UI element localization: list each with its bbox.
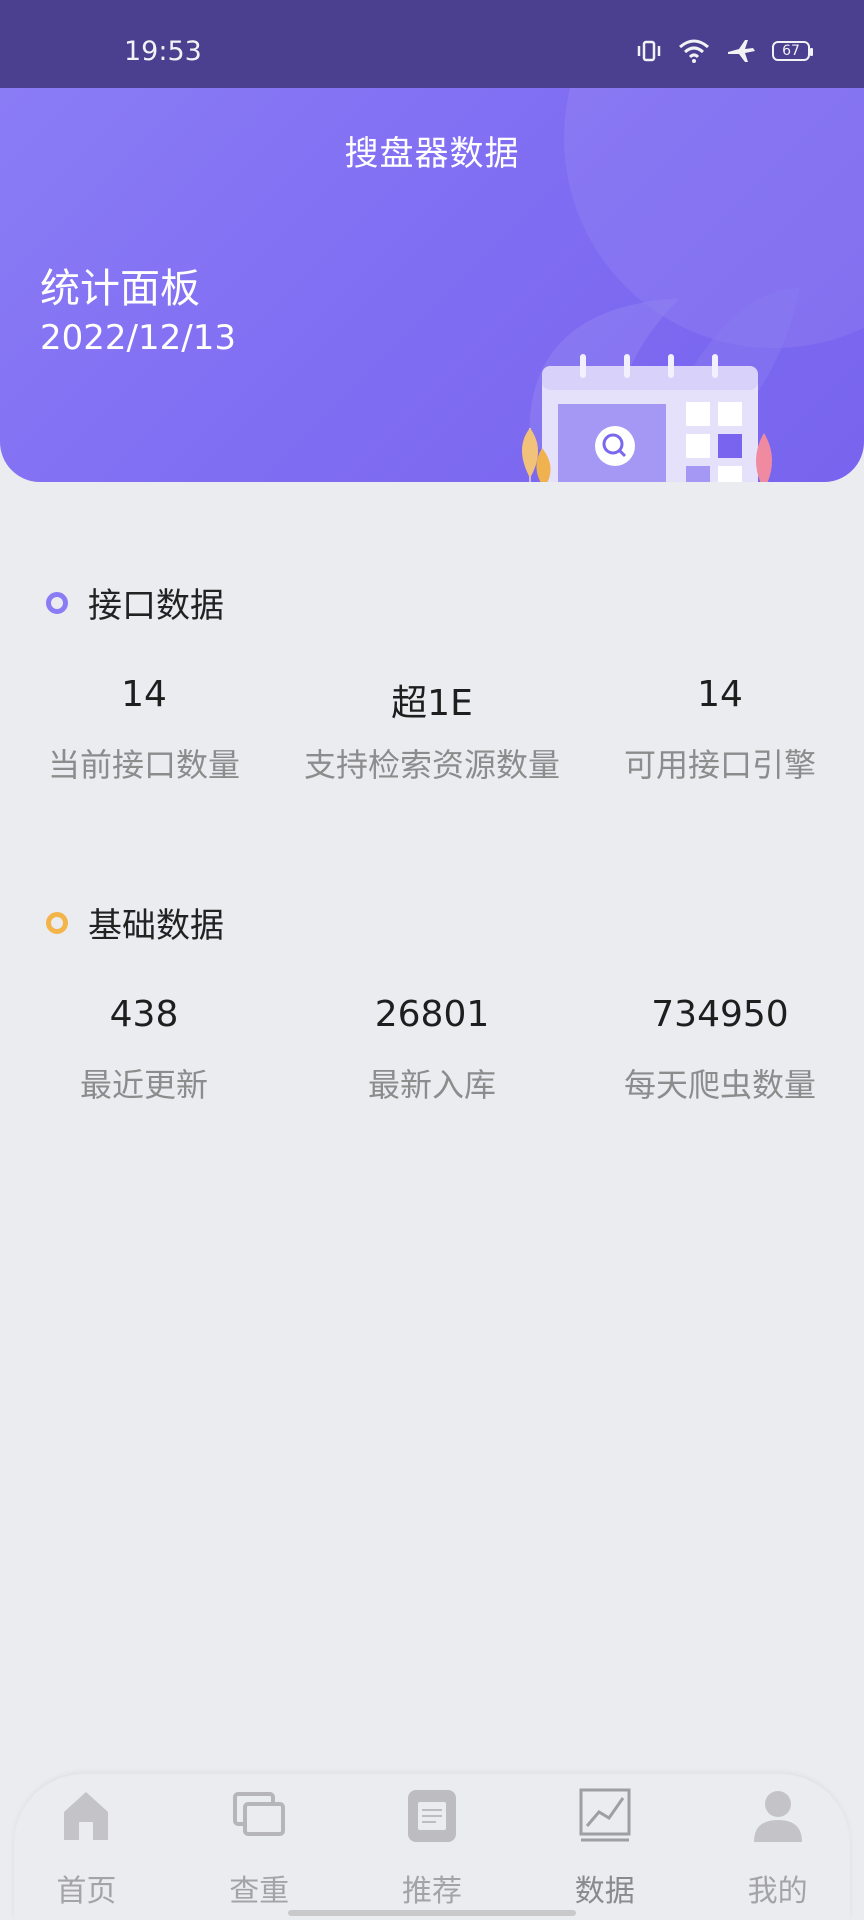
status-icons: 67	[636, 38, 813, 64]
wifi-icon	[678, 39, 710, 63]
home-indicator[interactable]	[288, 1910, 576, 1916]
home-icon	[60, 1788, 112, 1848]
battery-icon: 67	[772, 41, 813, 61]
tab-data[interactable]: 数据	[518, 1774, 691, 1920]
interface-stats: 14 当前接口数量 超1E 支持检索资源数量 14 可用接口引擎	[0, 674, 864, 786]
calendar-illustration	[500, 228, 810, 482]
status-bar: 19:53 67	[0, 0, 864, 88]
stat-label: 最近更新	[79, 1066, 208, 1104]
tab-label: 查重	[229, 1874, 290, 1909]
tab-label: 我的	[747, 1874, 808, 1909]
tab-label: 首页	[56, 1874, 117, 1909]
user-icon	[752, 1788, 804, 1848]
tab-home[interactable]: 首页	[0, 1774, 173, 1920]
stat-value: 734950	[651, 994, 789, 1035]
stat-value: 14	[121, 674, 167, 715]
recommend-icon	[406, 1788, 458, 1848]
tab-label: 推荐	[401, 1874, 462, 1909]
section-title: 接口数据	[88, 586, 224, 626]
tab-recommend[interactable]: 推荐	[346, 1774, 519, 1920]
stat-label: 可用接口引擎	[623, 746, 816, 784]
purple-ring-icon	[46, 591, 68, 614]
basic-stats: 438 最近更新 26801 最新入库 734950 每天爬虫数量	[0, 994, 864, 1106]
airplane-icon	[726, 38, 756, 64]
stat-label: 支持检索资源数量	[303, 746, 560, 784]
tab-duplicate-check[interactable]: 查重	[173, 1774, 346, 1920]
stat-value: 26801	[374, 994, 490, 1035]
stat-value: 超1E	[391, 683, 473, 724]
section-basic-header: 基础数据	[46, 898, 224, 947]
duplicate-check-icon	[231, 1788, 287, 1844]
panel-title: 统计面板	[40, 266, 200, 312]
tab-label: 数据	[574, 1874, 635, 1909]
stat-daily-crawl: 734950 每天爬虫数量	[576, 994, 864, 1106]
section-interface-header: 接口数据	[46, 578, 224, 627]
orange-ring-icon	[46, 911, 68, 934]
vibrate-icon	[636, 39, 662, 63]
chart-icon	[579, 1788, 631, 1848]
tab-me[interactable]: 我的	[691, 1774, 864, 1920]
stat-value: 14	[697, 674, 743, 715]
stat-value: 438	[109, 994, 179, 1035]
stat-label: 每天爬虫数量	[623, 1066, 816, 1104]
stat-current-interfaces: 14 当前接口数量	[0, 674, 288, 786]
stat-searchable-resources: 超1E 支持检索资源数量	[288, 674, 576, 786]
section-title: 基础数据	[88, 906, 224, 946]
panel-date: 2022/12/13	[40, 318, 236, 358]
stat-recent-updates: 438 最近更新	[0, 994, 288, 1106]
stat-available-engines: 14 可用接口引擎	[576, 674, 864, 786]
stat-label: 最新入库	[367, 1066, 496, 1104]
header-banner: 搜盘器数据 统计面板 2022/12/13	[0, 88, 864, 482]
page-title: 搜盘器数据	[344, 134, 520, 174]
bottom-tab-bar: 首页 查重 推荐 数据 我的	[0, 1774, 864, 1920]
status-time: 19:53	[124, 36, 202, 67]
stat-label: 当前接口数量	[47, 746, 240, 784]
stat-latest-indexed: 26801 最新入库	[288, 994, 576, 1106]
